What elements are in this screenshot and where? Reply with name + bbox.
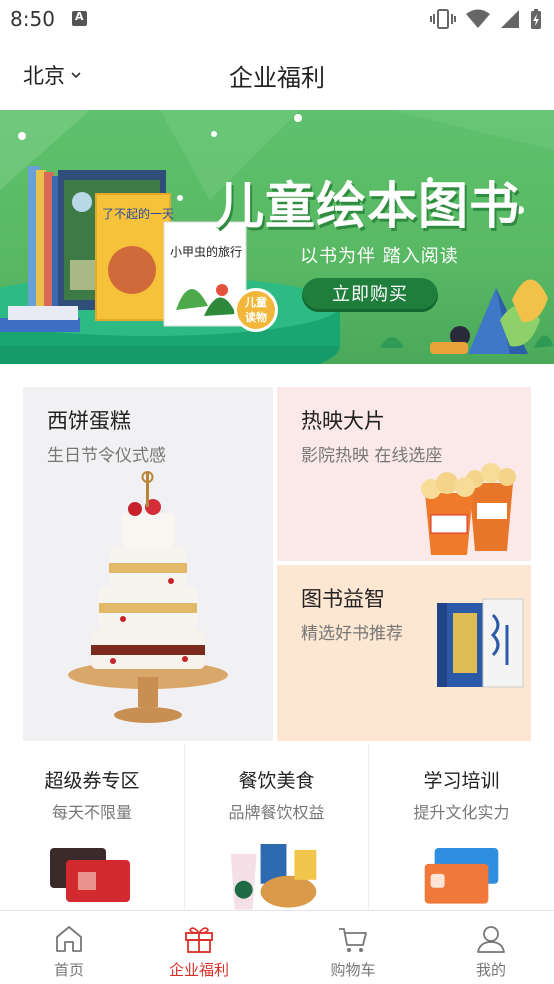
mini-card-subtitle: 每天不限量 <box>51 803 132 822</box>
promo-banner[interactable]: 了不起的一天 小甲虫的旅行 儿童 读物 儿童绘本图书 以书为伴 踏入阅读 立即购… <box>0 110 554 364</box>
mini-card-subtitle: 品牌餐饮权益 <box>228 803 325 822</box>
tab-label: 首页 <box>53 961 84 979</box>
training-cards-image <box>424 847 499 904</box>
category-title: 图书益智 <box>301 587 385 611</box>
banner-title: 儿童绘本图书 <box>214 177 520 235</box>
battery-icon <box>531 9 541 29</box>
category-subtitle: 生日节令仪式感 <box>47 446 166 466</box>
app-header: 北京 企业福利 <box>0 38 554 110</box>
banner-subtitle: 以书为伴 踏入阅读 <box>300 246 459 267</box>
category-title: 热映大片 <box>301 409 385 433</box>
category-title: 西饼蛋糕 <box>47 409 131 433</box>
buy-now-button[interactable]: 立即购买 <box>302 278 438 312</box>
coupon-cards-image <box>50 848 130 902</box>
vibrate-icon <box>430 9 456 29</box>
tab-profile[interactable]: 我的 <box>422 911 554 984</box>
category-card-cakes[interactable]: 西饼蛋糕 生日节令仪式感 <box>23 387 273 741</box>
badge-line-1: 儿童 <box>244 295 267 309</box>
tab-label: 企业福利 <box>168 961 229 979</box>
tab-welfare[interactable]: 企业福利 <box>130 911 268 984</box>
page-title: 企业福利 <box>229 64 325 92</box>
tab-home[interactable]: 首页 <box>0 911 138 984</box>
badge-line-2: 读物 <box>245 310 267 324</box>
mini-card-title: 超级券专区 <box>44 770 140 792</box>
category-grid: 西饼蛋糕 生日节令仪式感 热映大片 影院热映 在线选座 图书益智 精选好书推荐 <box>23 387 531 741</box>
status-icons <box>430 8 542 30</box>
category-subtitle: 精选好书推荐 <box>301 624 403 644</box>
cart-icon <box>339 928 367 952</box>
mini-card-subtitle: 提升文化实力 <box>413 803 510 822</box>
food-image <box>230 843 317 910</box>
wifi-icon <box>466 9 490 28</box>
mini-card-training[interactable]: 学习培训 提升文化实力 <box>368 744 554 910</box>
notification-icon <box>72 10 87 26</box>
popcorn-image <box>421 463 516 555</box>
home-icon <box>56 926 82 952</box>
tab-label: 我的 <box>475 961 506 979</box>
mini-card-title: 学习培训 <box>423 770 500 792</box>
category-card-books[interactable]: 图书益智 精选好书推荐 <box>277 565 531 741</box>
bottom-tab-bar: 首页 企业福利 购物车 我的 <box>0 910 554 984</box>
signal-icon <box>501 10 519 28</box>
status-bar: 8:50 <box>0 0 554 38</box>
mini-card-food[interactable]: 餐饮美食 品牌餐饮权益 <box>184 744 368 910</box>
category-card-movies[interactable]: 热映大片 影院热映 在线选座 <box>277 387 531 561</box>
tab-label: 购物车 <box>330 961 376 979</box>
mini-card-coupons[interactable]: 超级券专区 每天不限量 <box>0 744 184 910</box>
book-title-2: 小甲虫的旅行 <box>170 244 242 259</box>
status-time: 8:50 <box>10 7 55 31</box>
book-title-1: 了不起的一天 <box>102 206 174 221</box>
tab-cart[interactable]: 购物车 <box>284 911 422 984</box>
cake-image <box>68 471 228 723</box>
books-image <box>437 598 524 688</box>
user-icon <box>477 926 505 953</box>
gift-icon <box>185 927 213 953</box>
mini-card-title: 餐饮美食 <box>238 770 315 792</box>
mini-card-row: 超级券专区 每天不限量 餐饮美食 品牌餐饮权益 学习培训 提升文化实力 <box>0 744 554 910</box>
